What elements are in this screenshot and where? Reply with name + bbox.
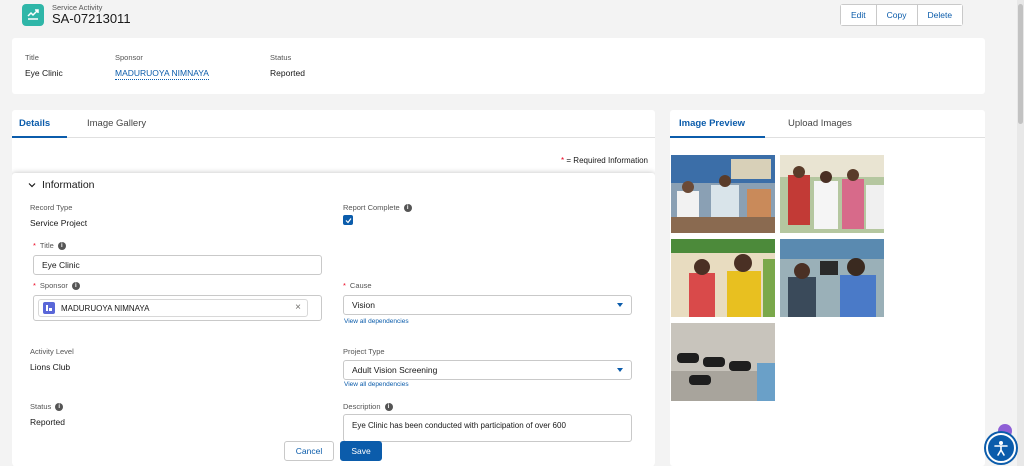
report-complete-checkbox[interactable] (343, 215, 353, 225)
edit-button[interactable]: Edit (841, 5, 877, 25)
cause-label: * Cause (343, 281, 372, 290)
sponsor-pill-label: MADURUOYA NIMNAYA (61, 303, 150, 313)
record-actions: Edit Copy Delete (840, 4, 964, 26)
status-label: Status i (30, 402, 64, 411)
project-type-select[interactable]: Adult Vision Screening (343, 360, 632, 380)
activity-level-value: Lions Club (30, 362, 71, 372)
active-tab-indicator (12, 136, 67, 138)
required-info-note: * = Required Information (561, 156, 648, 165)
image-thumbnail[interactable] (671, 323, 775, 401)
record-name: SA-07213011 (52, 11, 131, 26)
record-header: Service Activity SA-07213011 Edit Copy D… (0, 0, 1024, 32)
report-complete-label: Report Complete i (343, 203, 412, 212)
clear-icon[interactable]: × (295, 302, 301, 313)
detail-tabs: Details Image Gallery (12, 110, 655, 138)
cancel-button[interactable]: Cancel (284, 441, 334, 461)
page-scrollbar-thumb[interactable] (1018, 4, 1023, 124)
chevron-down-icon (28, 183, 36, 188)
highlight-sponsor: Sponsor MADURUOYA NIMNAYA (115, 53, 209, 80)
image-thumbnail[interactable] (780, 155, 884, 233)
contact-icon (43, 302, 55, 314)
info-icon[interactable]: i (403, 203, 412, 212)
image-thumbnail[interactable] (780, 239, 884, 317)
info-icon[interactable]: i (384, 402, 393, 411)
dropdown-caret-icon (617, 303, 623, 307)
accessibility-icon[interactable] (986, 433, 1016, 463)
sponsor-lookup[interactable]: MADURUOYA NIMNAYA × (33, 295, 322, 321)
record-type-label: Record Type (30, 203, 73, 212)
title-label: * Title i (33, 241, 66, 250)
record-type-value: Service Project (30, 218, 88, 228)
active-tab-indicator (670, 136, 765, 138)
delete-button[interactable]: Delete (917, 5, 963, 25)
tab-upload-images[interactable]: Upload Images (788, 118, 852, 129)
image-card: Image Preview Upload Images (670, 110, 985, 466)
title-input[interactable]: Eye Clinic (33, 255, 322, 275)
service-activity-icon (22, 4, 44, 26)
save-button[interactable]: Save (340, 441, 382, 461)
cause-select[interactable]: Vision (343, 295, 632, 315)
info-icon[interactable]: i (55, 402, 64, 411)
image-thumbnail[interactable] (671, 239, 775, 317)
status-value: Reported (30, 417, 65, 427)
project-type-label: Project Type (343, 347, 385, 356)
checkmark-icon (345, 217, 351, 223)
image-tabs: Image Preview Upload Images (670, 110, 985, 138)
description-textarea[interactable]: Eye Clinic has been conducted with parti… (343, 414, 632, 442)
details-card: Details Image Gallery * = Required Infor… (12, 110, 655, 466)
image-thumbnail[interactable] (671, 155, 775, 233)
sponsor-label: * Sponsor i (33, 281, 80, 290)
sponsor-link[interactable]: MADURUOYA NIMNAYA (115, 68, 209, 80)
highlight-status: Status Reported (270, 53, 305, 78)
section-information[interactable]: Information (28, 179, 95, 191)
copy-button[interactable]: Copy (876, 5, 918, 25)
tab-details[interactable]: Details (19, 118, 50, 129)
view-dependencies-link[interactable]: View all dependencies (344, 318, 409, 325)
highlight-title: Title Eye Clinic (25, 53, 63, 78)
description-label: Description i (343, 402, 393, 411)
tab-image-gallery[interactable]: Image Gallery (87, 118, 146, 129)
edit-form: Information Record Type Service Project … (12, 173, 655, 466)
sponsor-pill: MADURUOYA NIMNAYA × (38, 299, 308, 317)
dropdown-caret-icon (617, 368, 623, 372)
info-icon[interactable]: i (71, 281, 80, 290)
info-icon[interactable]: i (57, 241, 66, 250)
activity-level-label: Activity Level (30, 347, 74, 356)
view-dependencies-link[interactable]: View all dependencies (344, 381, 409, 388)
highlights-panel: Title Eye Clinic Sponsor MADURUOYA NIMNA… (12, 38, 985, 94)
tab-image-preview[interactable]: Image Preview (679, 118, 745, 129)
